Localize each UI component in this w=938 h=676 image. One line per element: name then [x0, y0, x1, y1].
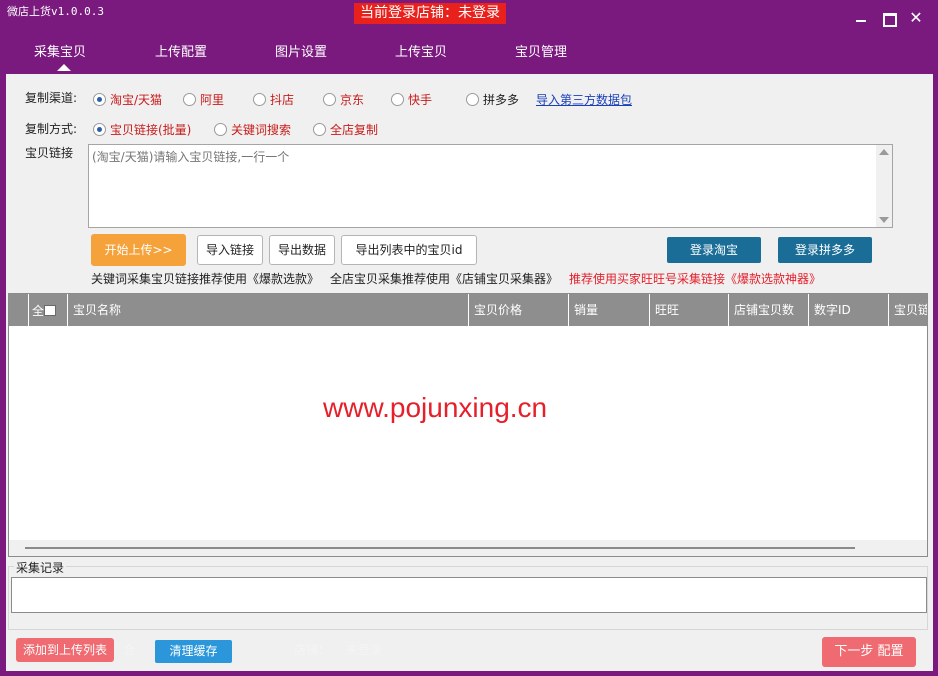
- active-tab-indicator: [57, 64, 71, 71]
- select-all-column[interactable]: 全选: [29, 294, 68, 326]
- table-horizontal-scrollbar[interactable]: [9, 540, 927, 556]
- radio-dot: [313, 123, 326, 136]
- collect-panel: 复制渠道: 淘宝/天猫 阿里 抖店 京东 快手 拼多多 导入第三方数据包 复制方…: [6, 74, 933, 671]
- login-status-banner: 当前登录店铺：未登录: [354, 3, 506, 24]
- radio-method-shop[interactable]: 全店复制: [313, 121, 378, 138]
- channel-label: 复制渠道:: [25, 91, 78, 105]
- radio-channel-taobao[interactable]: 淘宝/天猫: [93, 91, 162, 108]
- log-title: 采集记录: [14, 559, 67, 576]
- radio-dot: [93, 123, 106, 136]
- import-third-party-link[interactable]: 导入第三方数据包: [536, 91, 632, 108]
- export-data-button[interactable]: 导出数据: [269, 235, 335, 265]
- app-title: 微店上货v1.0.0.3: [7, 5, 104, 18]
- tab-upload-items[interactable]: 上传宝贝: [375, 41, 467, 60]
- column-item-link[interactable]: 宝贝链: [889, 294, 927, 326]
- item-links-input[interactable]: [88, 144, 893, 228]
- radio-channel-pdd[interactable]: 拼多多: [466, 91, 519, 108]
- radio-dot: [183, 93, 196, 106]
- radio-channel-kuaishou[interactable]: 快手: [391, 91, 432, 108]
- items-table[interactable]: 全选 宝贝名称 宝贝价格 销量 旺旺 店铺宝贝数 数字ID 宝贝链 www.po…: [8, 293, 928, 557]
- radio-dot: [253, 93, 266, 106]
- tab-upload-config[interactable]: 上传配置: [135, 41, 227, 60]
- column-item-name[interactable]: 宝贝名称: [68, 294, 469, 326]
- hint-keyword: 关键词采集宝贝链接推荐使用《爆款选款》: [91, 272, 320, 286]
- faded-shop-label: 店铺：: [294, 643, 331, 657]
- scroll-up-icon[interactable]: [879, 149, 889, 155]
- column-numeric-id[interactable]: 数字ID: [809, 294, 889, 326]
- hint-recommend: 推荐使用买家旺旺号采集链接《爆款选款神器》: [569, 272, 822, 286]
- tab-image-settings[interactable]: 图片设置: [255, 41, 347, 60]
- tab-collect[interactable]: 采集宝贝: [14, 41, 106, 60]
- title-bar: 微店上货v1.0.0.3 当前登录店铺：未登录 ✕ 采集宝贝 上传配置 图片设置…: [0, 0, 938, 74]
- scrollbar-thumb[interactable]: [25, 547, 855, 549]
- collect-log-box[interactable]: [11, 577, 927, 613]
- links-scrollbar[interactable]: [876, 145, 892, 227]
- clear-cache-button[interactable]: 清理缓存: [155, 640, 232, 663]
- links-label: 宝贝链接: [25, 146, 74, 160]
- radio-channel-jd[interactable]: 京东: [323, 91, 364, 108]
- tab-item-management[interactable]: 宝贝管理: [495, 41, 587, 60]
- faded-login-status: 未登录: [346, 643, 383, 657]
- close-icon[interactable]: ✕: [908, 10, 924, 26]
- table-header: 全选 宝贝名称 宝贝价格 销量 旺旺 店铺宝贝数 数字ID 宝贝链: [9, 294, 927, 326]
- radio-dot: [214, 123, 227, 136]
- select-all-checkbox[interactable]: [44, 305, 56, 316]
- radio-channel-ali[interactable]: 阿里: [183, 91, 224, 108]
- add-to-upload-list-button[interactable]: 添加到上传列表: [16, 638, 114, 662]
- hint-shop: 全店宝贝采集推荐使用《店铺宝贝采集器》: [330, 272, 559, 286]
- radio-dot: [466, 93, 479, 106]
- column-sales[interactable]: 销量: [569, 294, 650, 326]
- main-tabs: 采集宝贝 上传配置 图片设置 上传宝贝 宝贝管理: [0, 38, 938, 74]
- next-step-config-button[interactable]: 下一步 配置: [822, 637, 916, 667]
- minimize-icon[interactable]: [853, 10, 869, 26]
- radio-dot: [391, 93, 404, 106]
- login-taobao-button[interactable]: 登录淘宝: [667, 237, 761, 263]
- radio-channel-douyin[interactable]: 抖店: [253, 91, 294, 108]
- radio-method-links[interactable]: 宝贝链接(批量): [93, 121, 191, 138]
- column-price[interactable]: 宝贝价格: [469, 294, 569, 326]
- maximize-icon[interactable]: [880, 10, 897, 27]
- scroll-down-icon[interactable]: [879, 217, 889, 223]
- column-wangwang[interactable]: 旺旺: [650, 294, 729, 326]
- method-label: 复制方式:: [25, 122, 78, 136]
- row-header-cell: [9, 294, 29, 326]
- radio-dot: [93, 93, 106, 106]
- login-pdd-button[interactable]: 登录拼多多: [778, 237, 872, 263]
- radio-dot: [323, 93, 336, 106]
- start-upload-button[interactable]: 开始上传>>: [91, 234, 186, 266]
- column-shop-item-count[interactable]: 店铺宝贝数: [729, 294, 809, 326]
- radio-method-keyword[interactable]: 关键词搜索: [214, 121, 291, 138]
- import-links-button[interactable]: 导入链接: [197, 235, 263, 265]
- watermark: www.pojunxing.cn: [323, 392, 548, 423]
- export-ids-button[interactable]: 导出列表中的宝贝id: [341, 235, 477, 265]
- faded-text-1: 合: [123, 643, 136, 657]
